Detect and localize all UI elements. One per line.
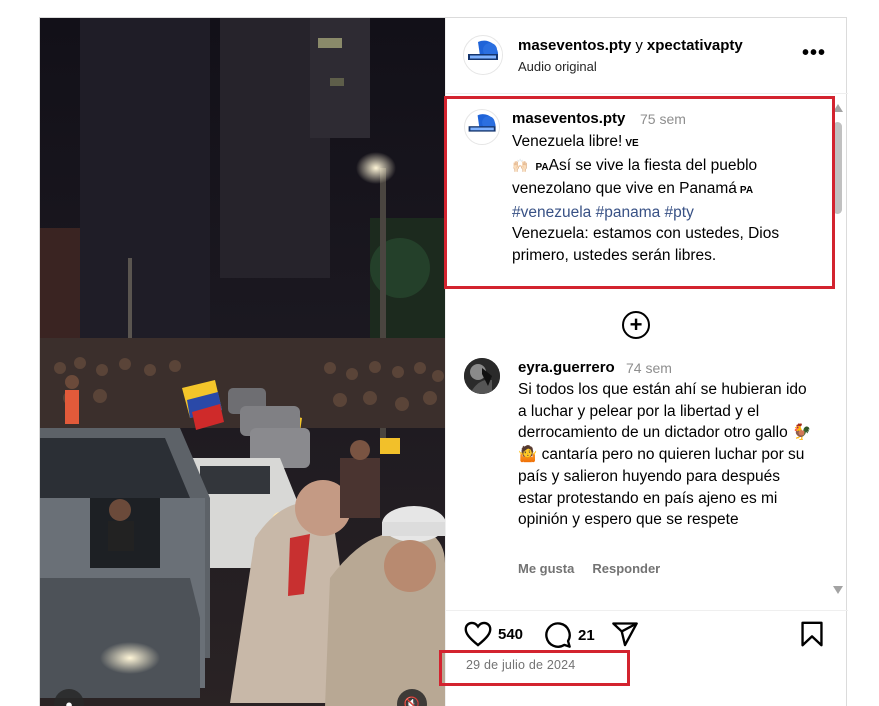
caption-text: Venezuela libre! VE 🙌🏻 PAAsí se vive la f… (512, 131, 812, 266)
scroll-up-arrow-icon[interactable] (833, 104, 843, 112)
comment-text: Si todos los que están ahí se hubieran i… (518, 381, 812, 529)
post-authors: maseventos.pty y xpectativapty (518, 37, 743, 54)
caption-line-2: Así se vive la fiesta del pueblo venezol… (512, 156, 758, 198)
caption-hashtags[interactable]: #venezuela #panama #pty (512, 204, 694, 221)
like-action: 540 (464, 621, 523, 647)
author-avatar[interactable] (463, 35, 503, 75)
paper-plane-icon[interactable] (611, 621, 639, 647)
caption-line-3: Venezuela: estamos con ustedes, Dios pri… (512, 225, 780, 264)
post-header: maseventos.pty y xpectativapty Audio origi… (446, 18, 848, 94)
authors-separator: y (635, 37, 643, 54)
coauthor-username[interactable]: xpectativapty (647, 37, 743, 54)
heart-icon[interactable] (464, 621, 492, 647)
caption-line-1: Venezuela libre! (512, 133, 623, 150)
post-sidebar: maseventos.pty y xpectativapty Audio origi… (445, 18, 848, 706)
caption-time[interactable]: 75 sem (640, 111, 686, 127)
post-date[interactable]: 29 de julio de 2024 (466, 658, 575, 672)
comment-reply-button[interactable]: Responder (592, 561, 660, 576)
ellipsis-icon[interactable]: ••• (802, 42, 826, 65)
flag-panama-icon: PA (739, 185, 754, 196)
scrollbar-thumb[interactable] (833, 122, 842, 214)
comment-actions: Me gusta Responder (518, 561, 660, 576)
likes-count[interactable]: 540 (498, 626, 523, 643)
commenter-avatar-image (464, 358, 500, 394)
caption-username[interactable]: maseventos.pty (512, 110, 625, 127)
post-action-bar: 540 21 (446, 610, 848, 650)
flag-panama-icon: PA (535, 161, 549, 173)
comment-username[interactable]: eyra.guerrero (518, 359, 615, 376)
street-night-scene (40, 18, 445, 706)
bookmark-icon[interactable] (800, 621, 824, 647)
comments-scrollbar[interactable] (831, 104, 845, 610)
save-action (800, 621, 824, 647)
flag-venezuela-icon: VE (625, 138, 639, 149)
comments-panel[interactable]: maseventos.pty 75 sem Venezuela libre! VE… (446, 94, 848, 604)
comments-count[interactable]: 21 (578, 627, 595, 644)
plus-circle-icon[interactable]: + (622, 311, 650, 339)
author-username[interactable]: maseventos.pty (518, 37, 631, 54)
comment-like-button[interactable]: Me gusta (518, 561, 574, 576)
share-action (611, 621, 639, 647)
audio-link[interactable]: Audio original (518, 59, 597, 74)
post-container: ● 🔇 maseventos.pty y xpectativapty Audio o… (39, 17, 848, 706)
raised-hands-icon: 🙌🏻 (512, 157, 529, 173)
comment-action: 21 (544, 621, 595, 649)
commenter-avatar[interactable] (464, 358, 500, 394)
scroll-down-arrow-icon[interactable] (833, 586, 843, 594)
maseventos-logo (465, 37, 502, 74)
caption-avatar[interactable] (464, 109, 500, 145)
post-video[interactable]: ● 🔇 (40, 18, 445, 706)
comment-time[interactable]: 74 sem (626, 360, 672, 376)
maseventos-logo (465, 110, 499, 144)
speech-bubble-icon[interactable] (544, 621, 572, 649)
